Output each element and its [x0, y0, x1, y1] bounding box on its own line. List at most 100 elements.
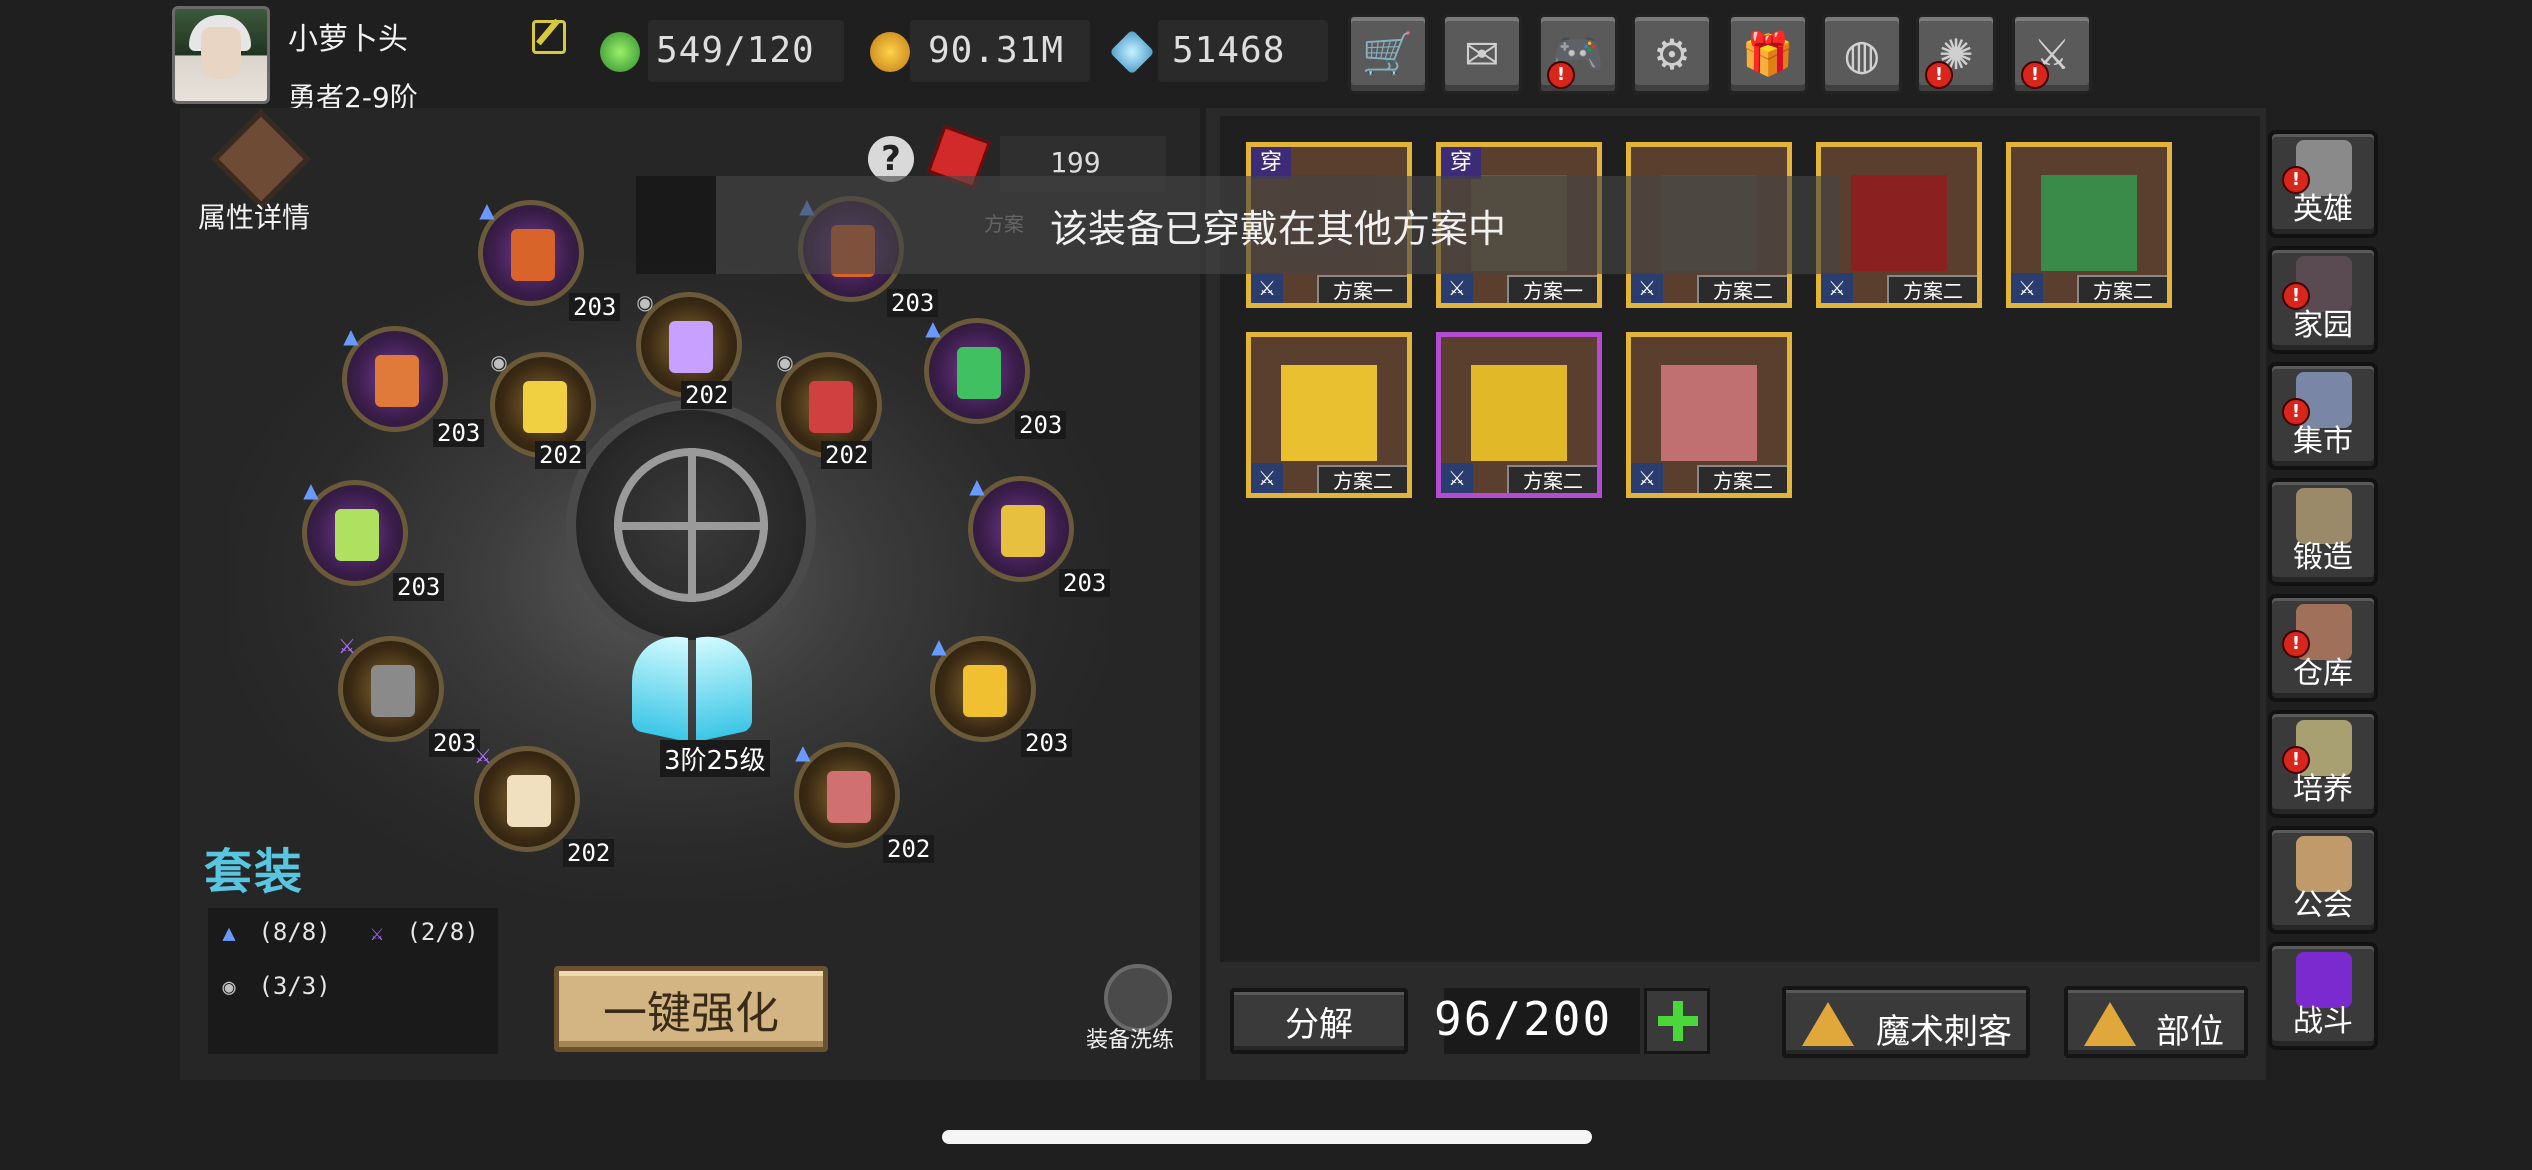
set-mark-icon: ▲	[795, 740, 811, 764]
slot-filter-dropdown[interactable]: 部位	[2064, 986, 2248, 1058]
nav-train[interactable]: 培养!	[2268, 710, 2378, 818]
slot-ring-top[interactable]: 202 ◉	[636, 290, 742, 409]
slot-crossbow[interactable]: 203 ▲	[342, 324, 485, 447]
mail-icon: ✉	[1464, 29, 1500, 79]
slot-helmet-icon	[371, 665, 415, 717]
nav-warehouse[interactable]: 仓库!	[2268, 594, 2378, 702]
settings-button[interactable]: ⚙	[1632, 14, 1712, 94]
equipment-refine-label: 装备洗练	[1086, 1028, 1175, 1053]
plan-tag: 方案一	[1317, 275, 1407, 303]
slot-book-icon	[335, 509, 379, 561]
item-tome-icon	[1281, 365, 1377, 461]
game-button[interactable]: 🎮!	[1538, 14, 1618, 94]
set-bonus-title: 套装	[204, 844, 305, 900]
wing-right-icon	[696, 626, 752, 742]
home-indicator[interactable]	[942, 1130, 1592, 1144]
energy-value: 549/120	[656, 30, 815, 71]
set-bonus-row: ▲ (8/8)	[214, 918, 331, 947]
set-mark-icon: ▲	[925, 316, 941, 340]
slot-boots-icon	[827, 771, 871, 823]
worn-tag: 穿	[1441, 147, 1481, 179]
slot-bracer-icon	[523, 381, 567, 433]
toast-shadow	[636, 176, 716, 274]
slot-level: 202	[821, 441, 873, 469]
slot-belt-icon	[507, 775, 551, 827]
plan-tag: 方案二	[1887, 275, 1977, 303]
nav-home[interactable]: 家园!	[2268, 246, 2378, 354]
nav-forge[interactable]: 锻造	[2268, 478, 2378, 586]
firework-button[interactable]: ✺!	[1916, 14, 1996, 94]
gem-count: 199	[1050, 146, 1101, 179]
expand-capacity-button[interactable]	[1644, 988, 1710, 1054]
gift-button[interactable]: 🎁	[1728, 14, 1808, 94]
eye-set-icon: ◉	[222, 975, 236, 1000]
slot-armor[interactable]: 203 ▲	[930, 634, 1073, 757]
slot-filter-label: 部位	[2156, 1012, 2224, 1052]
one-click-enhance-button[interactable]: 一键强化	[554, 966, 828, 1052]
gift-icon: 🎁	[1741, 29, 1795, 78]
item-spear[interactable]: ⚔ 方案二	[1816, 142, 1982, 308]
gold-coin-icon	[870, 32, 910, 72]
slot-boots[interactable]: 202 ▲	[794, 740, 935, 863]
crossed-swords-set-icon: ⚔	[1251, 273, 1283, 303]
crossed-swords-set-icon: ⚔	[1441, 463, 1473, 493]
set-bonus-count: (8/8)	[244, 918, 331, 946]
triangle-icon	[2084, 1002, 2136, 1046]
plan-tag: 方案一	[1507, 275, 1597, 303]
slot-amulet[interactable]: 202 ◉	[776, 350, 882, 469]
wheel-button[interactable]: ◍	[1822, 14, 1902, 94]
slot-armor-icon	[963, 665, 1007, 717]
set-mark-icon: ▲	[343, 324, 359, 348]
nav-label: 战斗	[2293, 1004, 2353, 1039]
slot-wand[interactable]: 203 ▲	[968, 474, 1111, 597]
crossed-swords-set-icon: ⚔	[2011, 273, 2043, 303]
player-avatar[interactable]	[172, 6, 270, 104]
core-rune-icon	[614, 448, 768, 602]
mail-button[interactable]: ✉	[1442, 14, 1522, 94]
decompose-button[interactable]: 分解	[1230, 988, 1408, 1054]
item-chestplate[interactable]: ⚔ 方案二	[1436, 332, 1602, 498]
alert-badge: !	[2282, 398, 2310, 426]
set-bonus-row: ⚔ (2/8)	[362, 918, 479, 947]
nav-market[interactable]: 集市!	[2268, 362, 2378, 470]
class-filter-dropdown[interactable]: 魔术刺客	[1782, 986, 2030, 1058]
slot-level: 203	[569, 293, 621, 321]
nav-guild[interactable]: 公会	[2268, 826, 2378, 934]
alert-badge: !	[1547, 61, 1575, 89]
crossed-swords-set-icon: ⚔	[1631, 463, 1663, 493]
diamond-value: 51468	[1172, 30, 1286, 71]
slot-bracer[interactable]: 202 ◉	[490, 350, 596, 469]
item-boots[interactable]: ⚔ 方案二	[1626, 332, 1792, 498]
toast-message: 该装备已穿戴在其他方案中	[716, 176, 1840, 274]
core-emblem	[566, 400, 816, 650]
slot-bow-icon	[511, 229, 555, 281]
shop-button[interactable]: 🛒	[1348, 14, 1428, 94]
slot-amulet-icon	[809, 381, 853, 433]
item-scythe[interactable]: ⚔ 方案二	[2006, 142, 2172, 308]
energy-icon	[600, 32, 640, 72]
player-name: 小萝卜头	[288, 22, 408, 57]
slot-level: 203	[1021, 729, 1073, 757]
slot-bow[interactable]: 203 ▲	[478, 198, 621, 321]
slot-wand-icon	[1001, 505, 1045, 557]
battle-pass-button[interactable]: ⚔!	[2012, 14, 2092, 94]
plan-tag: 方案二	[1697, 275, 1787, 303]
slot-level: 203	[433, 419, 485, 447]
slot-scythe[interactable]: 203 ▲	[924, 316, 1067, 439]
item-tome[interactable]: ⚔ 方案二	[1246, 332, 1412, 498]
gold-value: 90.31M	[928, 30, 1065, 71]
set-mark-icon: ⚔	[474, 744, 492, 768]
wings-slot[interactable]	[632, 626, 752, 742]
slot-helmet[interactable]: 203 ⚔	[338, 634, 481, 757]
slot-book[interactable]: 203 ▲	[302, 478, 445, 601]
slot-scythe-icon	[957, 347, 1001, 399]
nav-hero[interactable]: 英雄!	[2268, 130, 2378, 238]
crossed-swords-set-icon: ⚔	[1631, 273, 1663, 303]
item-boots-icon	[1661, 365, 1757, 461]
slot-level: 203	[393, 573, 445, 601]
nav-battle[interactable]: 战斗	[2268, 942, 2378, 1050]
slot-belt[interactable]: 202 ⚔	[474, 744, 615, 867]
edit-name-icon[interactable]	[532, 20, 566, 54]
slot-level: 203	[1015, 411, 1067, 439]
set-bonus-count: (2/8)	[392, 918, 479, 946]
